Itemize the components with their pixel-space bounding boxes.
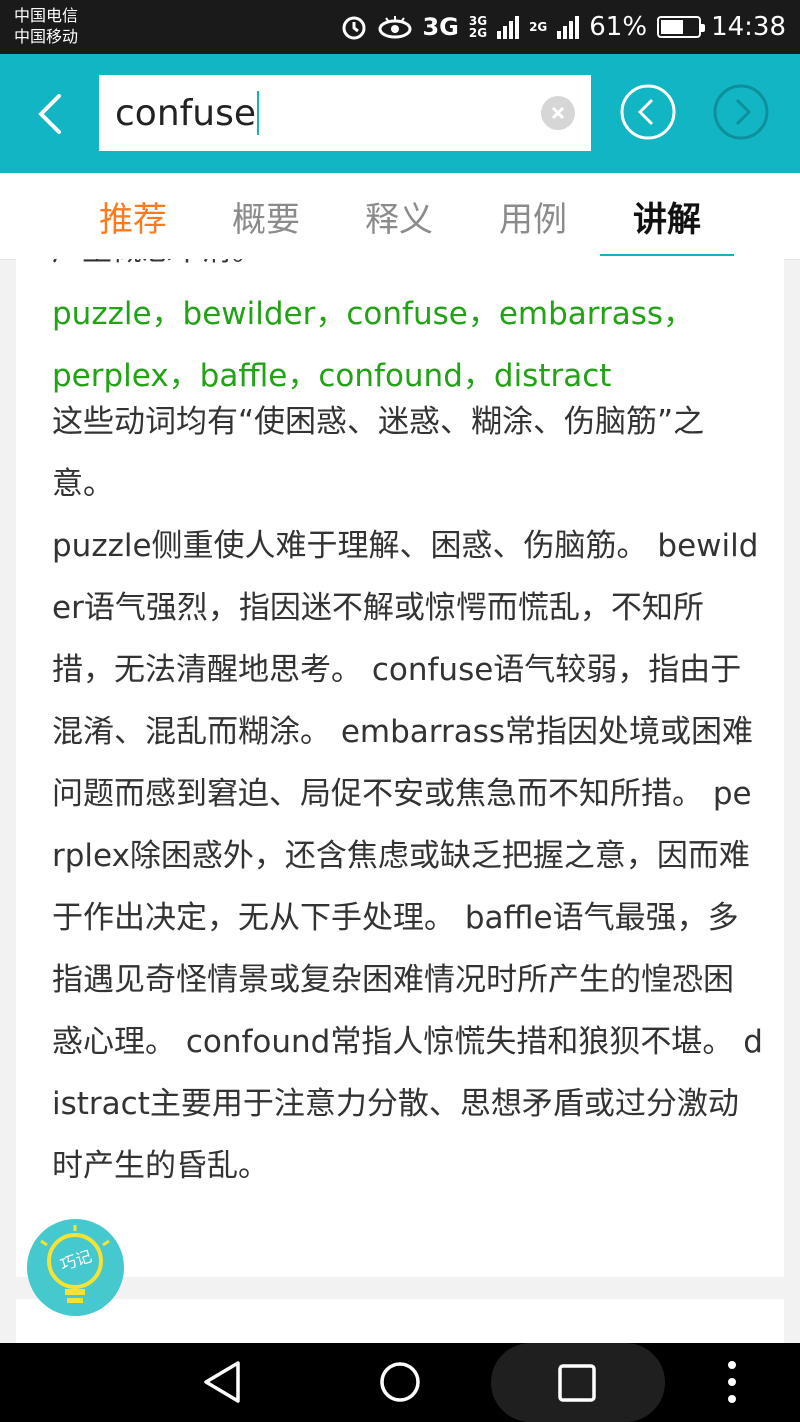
net-small-3: 2G <box>529 20 548 34</box>
network-3g-label: 3G <box>422 13 459 41</box>
battery-percent: 61% <box>589 12 648 42</box>
section-tabs: 推荐 概要 释义 用例 讲解 <box>0 173 800 260</box>
memo-tips-button[interactable]: 巧记 <box>27 1219 124 1316</box>
system-nav-bar <box>0 1343 800 1422</box>
nav-menu-button[interactable] <box>724 1359 740 1409</box>
tab-overview[interactable]: 概要 <box>199 173 333 259</box>
search-query-text[interactable]: confuse <box>115 93 256 134</box>
search-input[interactable]: confuse <box>99 75 591 151</box>
previous-word-button[interactable] <box>620 84 676 140</box>
clear-search-button[interactable] <box>541 96 575 130</box>
network-type-small: 3G 2G <box>469 15 487 39</box>
text-cursor <box>257 91 260 135</box>
close-icon <box>551 106 565 120</box>
alarm-icon <box>340 13 368 41</box>
nav-recent-apps-button[interactable] <box>557 1363 597 1407</box>
back-arrow-icon <box>38 94 61 134</box>
carrier-info: 中国电信 中国移动 <box>14 5 78 47</box>
signal-icon-1 <box>497 15 520 39</box>
next-card <box>16 1299 784 1343</box>
explanation-body: 这些动词均有“使困惑、迷惑、糊涂、伤脑筋”之意。 puzzle侧重使人难于理解、… <box>52 391 764 1197</box>
clock: 14:38 <box>711 12 786 42</box>
synonym-list: puzzle，bewilder，confuse，embarrass，perple… <box>52 296 695 394</box>
status-bar: 中国电信 中国移动 3G 3G 2G 2G 61% 14:38 <box>0 0 800 54</box>
battery-icon <box>657 16 706 38</box>
explanation-summary: 这些动词均有“使困惑、迷惑、糊涂、伤脑筋”之意。 <box>52 404 705 502</box>
status-icons: 3G 3G 2G 2G 61% 14:38 <box>340 0 786 54</box>
nav-back-button[interactable] <box>200 1359 244 1409</box>
explanation-details: puzzle侧重使人难于理解、困惑、伤脑筋。 bewilder语气强烈，指因迷不… <box>52 528 763 1184</box>
tab-explanation[interactable]: 讲解 <box>600 173 734 259</box>
chevron-left-circle-icon <box>620 84 676 140</box>
triangle-back-icon <box>204 1361 240 1403</box>
carrier-1: 中国电信 <box>14 6 79 25</box>
network-type-small-2g: 2G <box>529 21 547 33</box>
more-vertical-icon <box>728 1361 736 1403</box>
explanation-card: 产生概念不清。 puzzle，bewilder，confuse，embarras… <box>16 259 784 1277</box>
eye-icon <box>378 15 412 39</box>
partial-text-line: 产生概念不清。 <box>52 259 262 269</box>
square-recent-icon <box>558 1364 596 1402</box>
next-word-button[interactable] <box>713 84 769 140</box>
tab-definitions[interactable]: 释义 <box>332 173 466 259</box>
net-small-2: 2G <box>468 26 488 40</box>
tab-examples[interactable]: 用例 <box>466 173 600 259</box>
chevron-right-circle-icon <box>713 84 769 140</box>
battery-fill <box>661 20 684 34</box>
nav-home-button[interactable] <box>378 1359 422 1409</box>
tab-recommend[interactable]: 推荐 <box>66 173 200 259</box>
back-button[interactable] <box>30 92 70 136</box>
circle-home-icon <box>380 1362 420 1402</box>
carrier-2: 中国移动 <box>14 27 79 46</box>
signal-icon-2 <box>557 15 580 39</box>
search-header: confuse <box>0 54 800 173</box>
